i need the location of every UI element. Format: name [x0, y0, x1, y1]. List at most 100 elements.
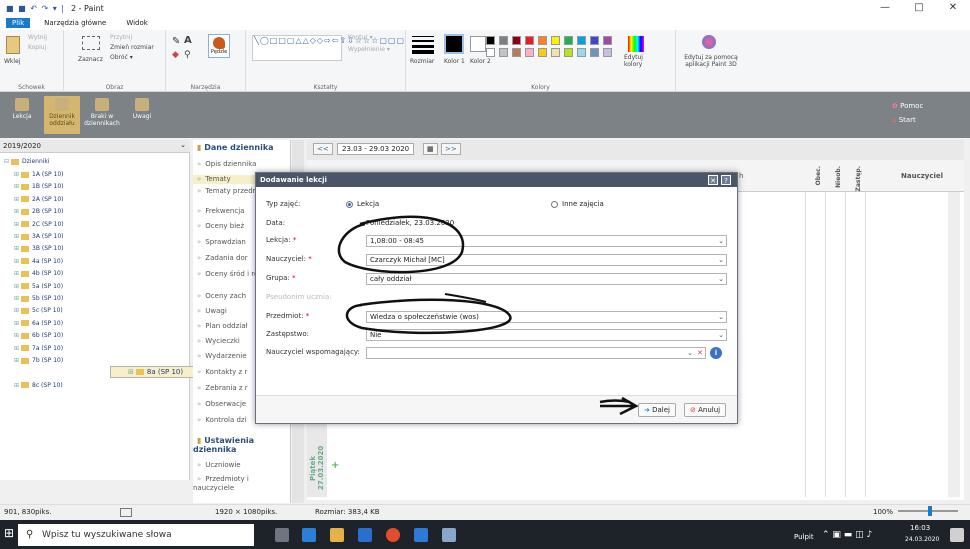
tree-item-class[interactable]: ⊞ 4b (SP 10)	[0, 267, 189, 280]
rotate-button[interactable]: Obróć ▾	[110, 54, 133, 61]
collapse-icon[interactable]: ⊟	[4, 158, 9, 165]
store-icon[interactable]	[358, 528, 372, 542]
palette-swatch[interactable]	[551, 48, 560, 57]
select-button[interactable]: Zaznacz	[78, 56, 103, 63]
fill-button[interactable]: Wypełnienie ▾	[348, 46, 390, 53]
grid-scrollbar[interactable]	[948, 192, 960, 497]
palette-swatch[interactable]	[525, 48, 534, 57]
notifications-icon[interactable]	[950, 528, 964, 542]
next-button[interactable]: ➜ Dalej	[638, 403, 676, 417]
tree-item-class[interactable]: ⊞ 5b (SP 10)	[0, 292, 189, 305]
file-explorer-icon[interactable]	[330, 528, 344, 542]
tree-item-class[interactable]: ⊞ 2B (SP 10)	[0, 205, 189, 218]
crop-button[interactable]: Przytnij	[110, 34, 132, 41]
type-other-radio[interactable]: Inne zajęcia	[551, 200, 604, 208]
palette-swatch[interactable]	[603, 48, 612, 57]
tree-item-class[interactable]: ⊞ 7b (SP 10)	[0, 354, 189, 367]
maximize-button[interactable]: □	[904, 0, 934, 16]
menu-item[interactable]: » Przedmioty i nauczyciele	[193, 475, 291, 493]
expand-icon[interactable]: ⊞	[14, 307, 19, 314]
copy-button[interactable]: Kopiuj	[28, 44, 46, 51]
tree-item-class[interactable]: ⊞ 6b (SP 10)	[0, 329, 189, 342]
expand-icon[interactable]: ⊞	[14, 221, 19, 228]
expand-icon[interactable]: ⊞	[14, 332, 19, 339]
group-select[interactable]: cały oddział ⌄	[366, 273, 727, 285]
calendar-icon[interactable]: ▦	[423, 143, 438, 155]
minimize-button[interactable]: —	[870, 0, 900, 16]
lesson-button[interactable]: Lekcja	[4, 96, 40, 134]
text-icon[interactable]: A	[184, 35, 192, 46]
tab-home[interactable]: Narzędzia główne	[38, 18, 112, 28]
expand-icon[interactable]: ⊞	[14, 295, 19, 302]
expand-icon[interactable]: ⊞	[14, 345, 19, 352]
palette-swatch[interactable]	[538, 36, 547, 45]
chrome-icon[interactable]	[386, 528, 400, 542]
expand-icon[interactable]: ⊞	[14, 183, 19, 190]
palette-swatch[interactable]	[499, 48, 508, 57]
lesson-select[interactable]: 1,08:00 - 08:45 ⌄	[366, 235, 727, 247]
tree-item-class[interactable]: ⊞ 7a (SP 10)	[0, 342, 189, 355]
expand-icon[interactable]: ⊞	[14, 270, 19, 277]
resize-button[interactable]: Zmień rozmiar	[110, 44, 154, 51]
tab-view[interactable]: Widok	[120, 18, 154, 28]
paste-button[interactable]: Wklej	[4, 58, 20, 65]
word-icon[interactable]	[414, 528, 428, 542]
expand-icon[interactable]: ⊞	[14, 196, 19, 203]
palette-swatch[interactable]	[564, 36, 573, 45]
tree-item-class[interactable]: ⊞ 5a (SP 10)	[0, 280, 189, 293]
substitution-select[interactable]: Nie ⌄	[366, 329, 727, 341]
cancel-button[interactable]: ⊘ Anuluj	[684, 403, 727, 417]
expand-icon[interactable]: ⊞	[14, 320, 19, 327]
tree-item-class[interactable]: ⊞ 6a (SP 10)	[0, 317, 189, 330]
palette-swatch[interactable]	[590, 36, 599, 45]
palette-swatch[interactable]	[551, 36, 560, 45]
brushes-button[interactable]: Pędzle	[208, 34, 230, 58]
windows-start-icon[interactable]: ⊞	[4, 526, 14, 540]
next-week-button[interactable]: >>	[441, 143, 461, 155]
palette-swatch[interactable]	[538, 48, 547, 57]
edge-icon[interactable]	[302, 528, 316, 542]
start-button[interactable]: ⌂ Start	[892, 116, 916, 124]
palette-swatch[interactable]	[590, 48, 599, 57]
system-tray-icons[interactable]: ⌃ ▣ ▬ ◫ ♪	[822, 530, 872, 540]
menu-item[interactable]: » Uczniowie	[193, 461, 291, 470]
palette-swatch[interactable]	[564, 48, 573, 57]
palette-swatch[interactable]	[486, 48, 495, 57]
paint3d-button[interactable]: Edytuj za pomocą aplikacji Paint 3D	[680, 54, 742, 68]
palette-swatch[interactable]	[603, 36, 612, 45]
palette-swatch[interactable]	[577, 48, 586, 57]
size-button[interactable]: Rozmiar	[410, 58, 434, 65]
expand-icon[interactable]: ⊞	[128, 368, 134, 376]
teacher-select[interactable]: Czarczyk Michał [MC] ⌄	[366, 254, 727, 266]
menu-item[interactable]: » Opis dziennika	[193, 160, 291, 169]
expand-icon[interactable]: ⊞	[14, 171, 19, 178]
expand-icon[interactable]: ⊞	[14, 283, 19, 290]
tree-item-class[interactable]: ⊞ 4a (SP 10)	[0, 255, 189, 268]
expand-icon[interactable]: ⊞	[14, 357, 19, 364]
subject-select[interactable]: Wiedza o społeczeństwie (wos) ⌄	[366, 311, 727, 323]
palette-swatch[interactable]	[512, 48, 521, 57]
dialog-close-button[interactable]: ✕	[708, 175, 718, 185]
assistant-teacher-select[interactable]: ⌄ ✕	[366, 347, 706, 359]
pencil-icon[interactable]: ✎	[172, 36, 180, 47]
tree-item-class[interactable]: ⊞ 2A (SP 10)	[0, 193, 189, 206]
edit-colors-button[interactable]: Edytuj kolory	[624, 54, 654, 68]
help-button[interactable]: ✿ Pomoc	[892, 102, 923, 110]
expand-icon[interactable]: ⊞	[14, 382, 19, 389]
class-journal-button[interactable]: Dziennik oddziału	[44, 96, 80, 134]
tree-item-class[interactable]: ⊞ 3A (SP 10)	[0, 230, 189, 243]
palette-swatch[interactable]	[525, 36, 534, 45]
close-button[interactable]: ✕	[938, 0, 968, 16]
tree-item-class[interactable]: ⊞ 1B (SP 10)	[0, 180, 189, 193]
outline-button[interactable]: Kontur ▾	[348, 34, 373, 41]
tree-item-class[interactable]: ⊞ 2C (SP 10)	[0, 218, 189, 231]
tree-item-class[interactable]: ⊞ 5c (SP 10)	[0, 304, 189, 317]
dialog-help-button[interactable]: ?	[721, 175, 731, 185]
tab-file[interactable]: Plik	[6, 18, 31, 28]
expand-icon[interactable]: ⊞	[14, 258, 19, 265]
expand-icon[interactable]: ⊞	[14, 233, 19, 240]
eraser-icon[interactable]: ◆	[172, 50, 179, 60]
palette-swatch[interactable]	[577, 36, 586, 45]
task-view-icon[interactable]	[275, 528, 289, 542]
paint-icon[interactable]	[442, 528, 456, 542]
